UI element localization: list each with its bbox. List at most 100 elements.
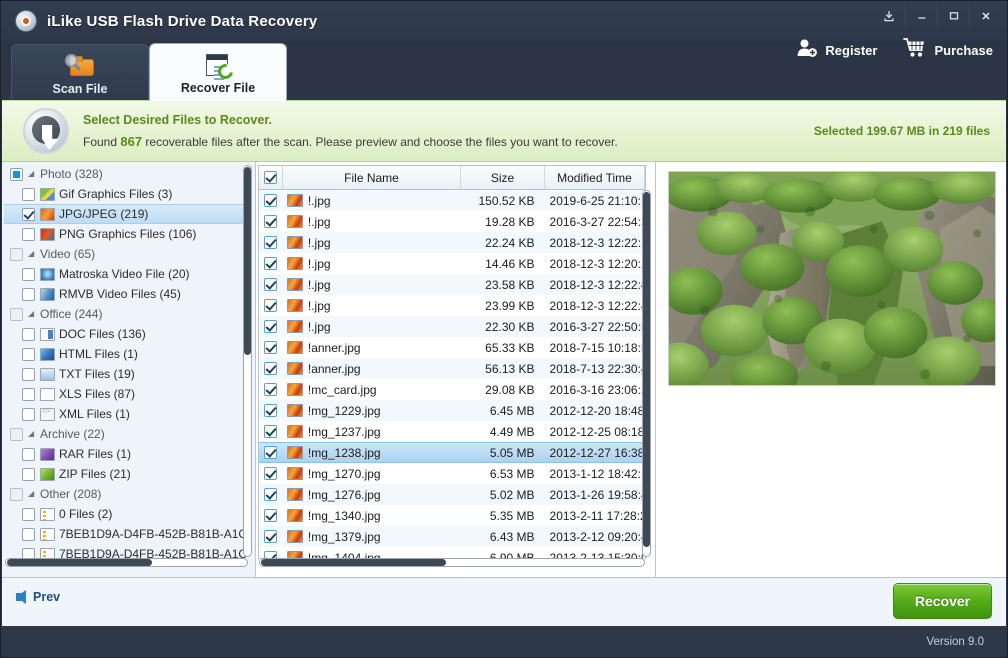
- row-checkbox-cell[interactable]: [259, 527, 283, 546]
- sidebar-item-checkbox[interactable]: [10, 307, 23, 321]
- sidebar-horizontal-scrollbar[interactable]: [5, 558, 248, 567]
- scrollbar-thumb[interactable]: [261, 559, 446, 566]
- table-row[interactable]: !mg_1276.jpg 5.02 MB 2013-1-26 19:58:40: [259, 484, 645, 505]
- table-row[interactable]: !.jpg 19.28 KB 2016-3-27 22:54:34: [259, 211, 645, 232]
- sidebar-item[interactable]: 0 Files (2): [4, 504, 247, 524]
- table-row[interactable]: !.jpg 22.24 KB 2018-12-3 12:22:14: [259, 232, 645, 253]
- column-header-modified-time[interactable]: Modified Time: [545, 166, 645, 189]
- scrollbar-thumb[interactable]: [643, 192, 650, 547]
- table-row[interactable]: !mc_card.jpg 29.08 KB 2016-3-16 23:06:28: [259, 379, 645, 400]
- scrollbar-thumb[interactable]: [7, 559, 152, 566]
- sidebar-item[interactable]: ◢ Archive (22): [4, 424, 247, 444]
- sidebar-item-checkbox[interactable]: [22, 347, 35, 361]
- row-checkbox-cell[interactable]: [259, 254, 283, 273]
- sidebar-item-checkbox[interactable]: [22, 527, 35, 541]
- sidebar-item-checkbox[interactable]: [22, 287, 35, 301]
- minimize-button[interactable]: [905, 4, 937, 28]
- row-checkbox-cell[interactable]: [259, 443, 283, 462]
- sidebar-item[interactable]: XML Files (1): [4, 404, 247, 424]
- sidebar-item[interactable]: Matroska Video File (20): [4, 264, 247, 284]
- file-list-vertical-scrollbar[interactable]: [642, 190, 651, 557]
- row-checkbox-cell[interactable]: [259, 422, 283, 441]
- row-checkbox-cell[interactable]: [259, 359, 283, 378]
- row-checkbox-cell[interactable]: [259, 464, 283, 483]
- expander-triangle-icon[interactable]: ◢: [28, 250, 37, 258]
- expander-triangle-icon[interactable]: ◢: [28, 170, 37, 178]
- row-checkbox[interactable]: [264, 530, 278, 543]
- download-button[interactable]: [873, 4, 905, 28]
- table-row[interactable]: !mg_1379.jpg 6.43 MB 2013-2-12 09:20:40: [259, 526, 645, 547]
- file-type-tree[interactable]: ◢ Photo (328) Gif Graphics Files (3) JPG/JP…: [4, 164, 247, 560]
- register-button[interactable]: Register: [796, 38, 877, 63]
- row-checkbox[interactable]: [264, 467, 278, 480]
- sidebar-item[interactable]: 7BEB1D9A-D4FB-452B-B81B-A1CEC7D20: [4, 524, 247, 544]
- sidebar-vertical-scrollbar[interactable]: [243, 165, 252, 557]
- table-row[interactable]: !mg_1340.jpg 5.35 MB 2013-2-11 17:28:24: [259, 505, 645, 526]
- sidebar-item-checkbox[interactable]: [22, 187, 35, 201]
- sidebar-item[interactable]: RMVB Video Files (45): [4, 284, 247, 304]
- row-checkbox-cell[interactable]: [259, 233, 283, 252]
- prev-button[interactable]: Prev: [16, 590, 60, 604]
- scrollbar-thumb[interactable]: [244, 167, 251, 355]
- row-checkbox-cell[interactable]: [259, 212, 283, 231]
- sidebar-item-checkbox[interactable]: [10, 167, 23, 181]
- row-checkbox[interactable]: [264, 446, 278, 459]
- table-row[interactable]: !mg_1229.jpg 6.45 MB 2012-12-20 18:48:22: [259, 400, 645, 421]
- sidebar-item-checkbox[interactable]: [22, 327, 35, 341]
- sidebar-item-checkbox[interactable]: [22, 367, 35, 381]
- row-checkbox[interactable]: [264, 215, 278, 228]
- sidebar-item[interactable]: RAR Files (1): [4, 444, 247, 464]
- sidebar-item[interactable]: XLS Files (87): [4, 384, 247, 404]
- table-row[interactable]: !.jpg 150.52 KB 2019-6-25 21:10:14: [259, 190, 645, 211]
- row-checkbox-cell[interactable]: [259, 296, 283, 315]
- sidebar-item[interactable]: ◢ Video (65): [4, 244, 247, 264]
- row-checkbox[interactable]: [264, 404, 278, 417]
- table-row[interactable]: !mg_1237.jpg 4.49 MB 2012-12-25 08:18:26: [259, 421, 645, 442]
- row-checkbox-cell[interactable]: [259, 338, 283, 357]
- column-header-size[interactable]: Size: [461, 166, 545, 189]
- row-checkbox[interactable]: [264, 236, 278, 249]
- row-checkbox[interactable]: [264, 257, 278, 270]
- row-checkbox[interactable]: [264, 383, 278, 396]
- sidebar-item-checkbox[interactable]: [10, 487, 23, 501]
- recover-button[interactable]: Recover: [893, 583, 992, 619]
- tab-scan-file[interactable]: Scan File: [11, 44, 149, 101]
- sidebar-item-checkbox[interactable]: [22, 387, 35, 401]
- expander-triangle-icon[interactable]: ◢: [28, 490, 37, 498]
- row-checkbox[interactable]: [264, 194, 278, 207]
- sidebar-item-checkbox[interactable]: [22, 467, 35, 481]
- row-checkbox[interactable]: [264, 509, 278, 522]
- sidebar-item[interactable]: Gif Graphics Files (3): [4, 184, 247, 204]
- row-checkbox-cell[interactable]: [259, 317, 283, 336]
- table-row[interactable]: !.jpg 23.58 KB 2018-12-3 12:22:48: [259, 274, 645, 295]
- table-row[interactable]: !.jpg 14.46 KB 2018-12-3 12:20:28: [259, 253, 645, 274]
- row-checkbox[interactable]: [264, 362, 278, 375]
- row-checkbox[interactable]: [264, 320, 278, 333]
- sidebar-item[interactable]: ◢ Photo (328): [4, 164, 247, 184]
- close-button[interactable]: [969, 4, 1001, 28]
- sidebar-item[interactable]: ◢ Office (244): [4, 304, 247, 324]
- purchase-button[interactable]: Purchase: [903, 37, 993, 63]
- sidebar-item[interactable]: TXT Files (19): [4, 364, 247, 384]
- sidebar-item-checkbox[interactable]: [22, 507, 35, 521]
- table-row[interactable]: !.jpg 23.99 KB 2018-12-3 12:22:42: [259, 295, 645, 316]
- row-checkbox-cell[interactable]: [259, 380, 283, 399]
- sidebar-item-checkbox[interactable]: [10, 247, 23, 261]
- expander-triangle-icon[interactable]: ◢: [28, 430, 37, 438]
- sidebar-item[interactable]: DOC Files (136): [4, 324, 247, 344]
- maximize-button[interactable]: [937, 4, 969, 28]
- column-header-file-name[interactable]: File Name: [283, 166, 461, 189]
- row-checkbox[interactable]: [264, 425, 278, 438]
- sidebar-item-checkbox[interactable]: [22, 447, 35, 461]
- sidebar-item-checkbox[interactable]: [22, 207, 35, 221]
- table-row[interactable]: !.jpg 22.30 KB 2016-3-27 22:50:50: [259, 316, 645, 337]
- table-row[interactable]: !mg_1238.jpg 5.05 MB 2012-12-27 16:38:42: [259, 442, 645, 463]
- sidebar-item-checkbox[interactable]: [22, 407, 35, 421]
- row-checkbox[interactable]: [264, 488, 278, 501]
- sidebar-item[interactable]: JPG/JPEG (219): [4, 204, 247, 224]
- row-checkbox[interactable]: [264, 299, 278, 312]
- row-checkbox-cell[interactable]: [259, 191, 283, 210]
- row-checkbox-cell[interactable]: [259, 506, 283, 525]
- table-row[interactable]: !anner.jpg 56.13 KB 2018-7-13 22:30:48: [259, 358, 645, 379]
- select-all-header[interactable]: [259, 166, 283, 189]
